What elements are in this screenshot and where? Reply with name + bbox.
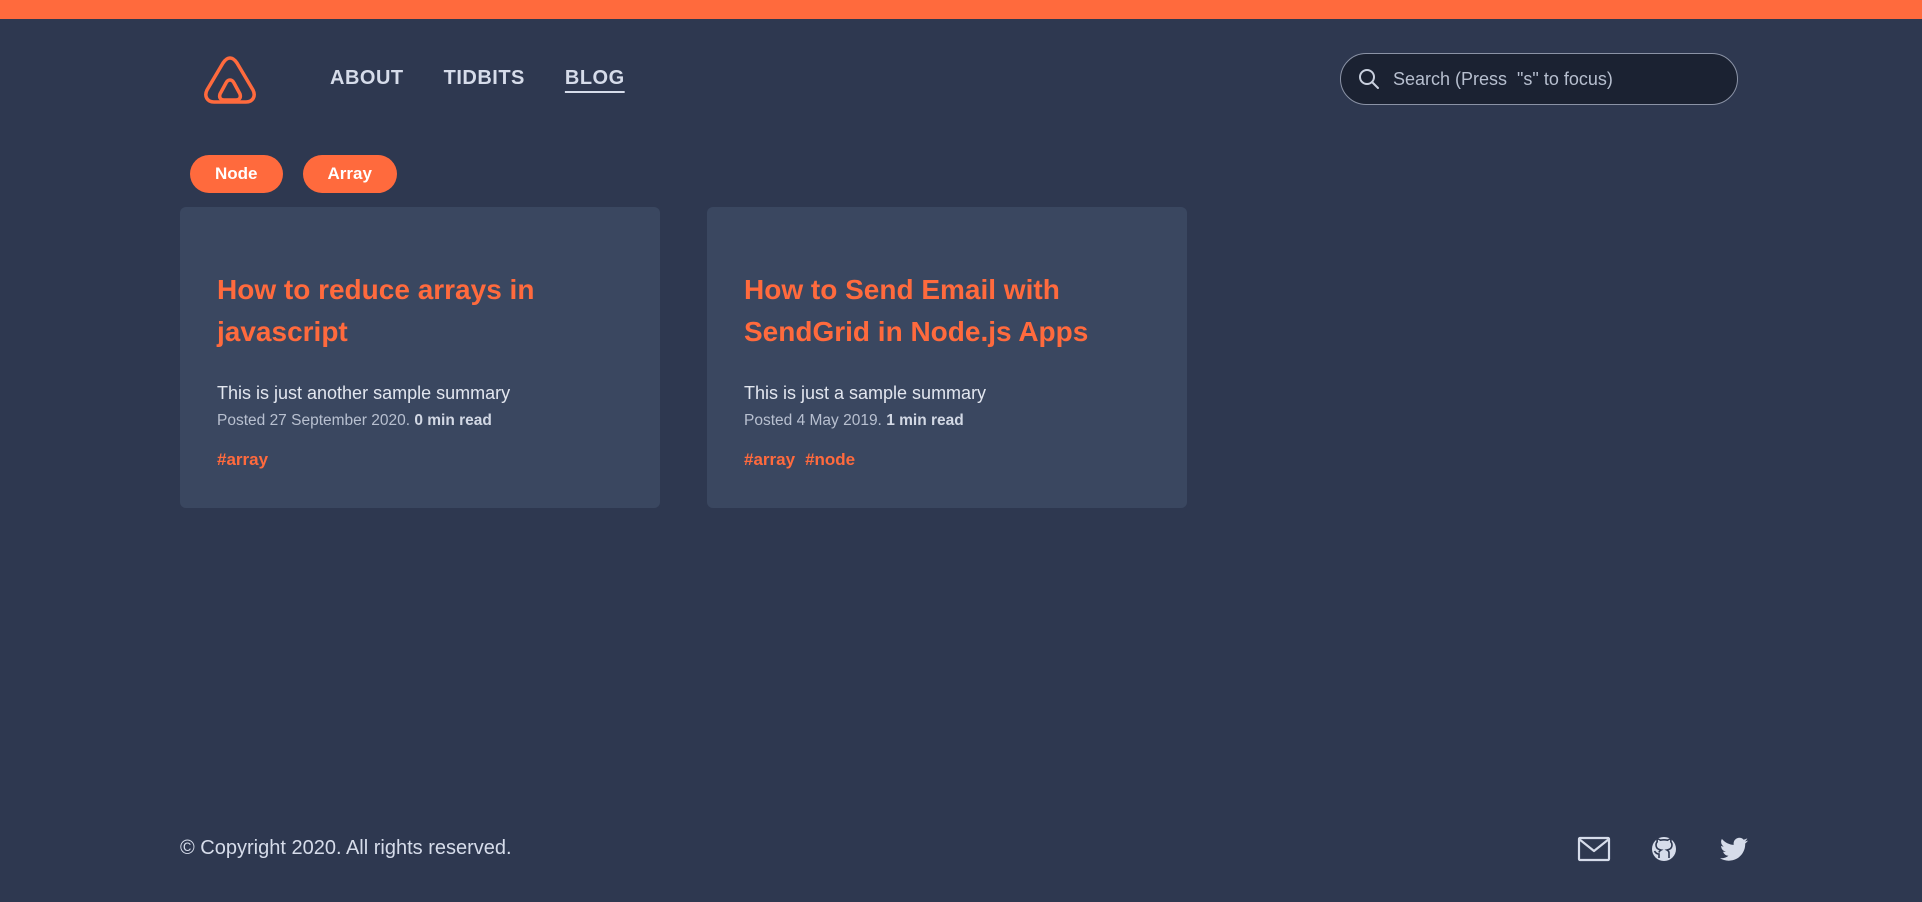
site-footer: © Copyright 2020. All rights reserved. — [0, 830, 1922, 870]
post-posted-label: Posted — [744, 412, 797, 429]
github-icon[interactable] — [1647, 834, 1681, 864]
mountain-triangle-logo-icon[interactable] — [202, 54, 258, 106]
post-date: 27 September 2020. — [269, 412, 411, 429]
nav-blog-link[interactable]: BLOG — [565, 67, 625, 90]
post-read-time: 0 min read — [414, 412, 492, 429]
post-title-link[interactable]: How to reduce arrays in javascript — [217, 269, 624, 353]
mail-icon[interactable] — [1577, 834, 1611, 864]
post-tag-link[interactable]: #array — [217, 450, 268, 470]
search-icon — [1359, 69, 1379, 89]
post-title-link[interactable]: How to Send Email with SendGrid in Node.… — [744, 269, 1151, 353]
post-summary: This is just another sample summary — [217, 383, 511, 403]
site-header: ABOUT TIDBITS BLOG — [0, 19, 1922, 139]
post-read-time: 1 min read — [886, 412, 964, 429]
post-tag-link[interactable]: #node — [805, 450, 855, 470]
filter-tag-array[interactable]: Array — [302, 155, 397, 193]
nav-about-link[interactable]: ABOUT — [330, 67, 404, 90]
post-tags: #array #node — [744, 450, 1151, 470]
post-date: 4 May 2019. — [796, 412, 882, 429]
top-accent-stripe — [0, 0, 1922, 19]
main-nav: ABOUT TIDBITS BLOG — [330, 67, 625, 90]
post-card: How to Send Email with SendGrid in Node.… — [707, 207, 1187, 508]
filter-tag-node[interactable]: Node — [190, 155, 283, 193]
post-tags: #array — [217, 450, 624, 470]
post-posted-label: Posted — [217, 412, 270, 429]
search-input[interactable] — [1391, 54, 1725, 105]
post-card: How to reduce arrays in javascript This … — [180, 207, 660, 508]
nav-tidbits-link[interactable]: TIDBITS — [444, 67, 525, 90]
search-box[interactable] — [1340, 53, 1738, 105]
post-summary: This is just a sample summary — [744, 383, 987, 403]
post-tag-link[interactable]: #array — [744, 450, 795, 470]
social-links — [1577, 834, 1751, 864]
copyright-text: © Copyright 2020. All rights reserved. — [180, 837, 512, 859]
twitter-icon[interactable] — [1717, 834, 1751, 864]
filter-tags: Node Array — [190, 155, 397, 193]
post-meta: Posted 27 September 2020. 0 min read — [217, 412, 624, 430]
post-meta: Posted 4 May 2019. 1 min read — [744, 412, 1151, 430]
